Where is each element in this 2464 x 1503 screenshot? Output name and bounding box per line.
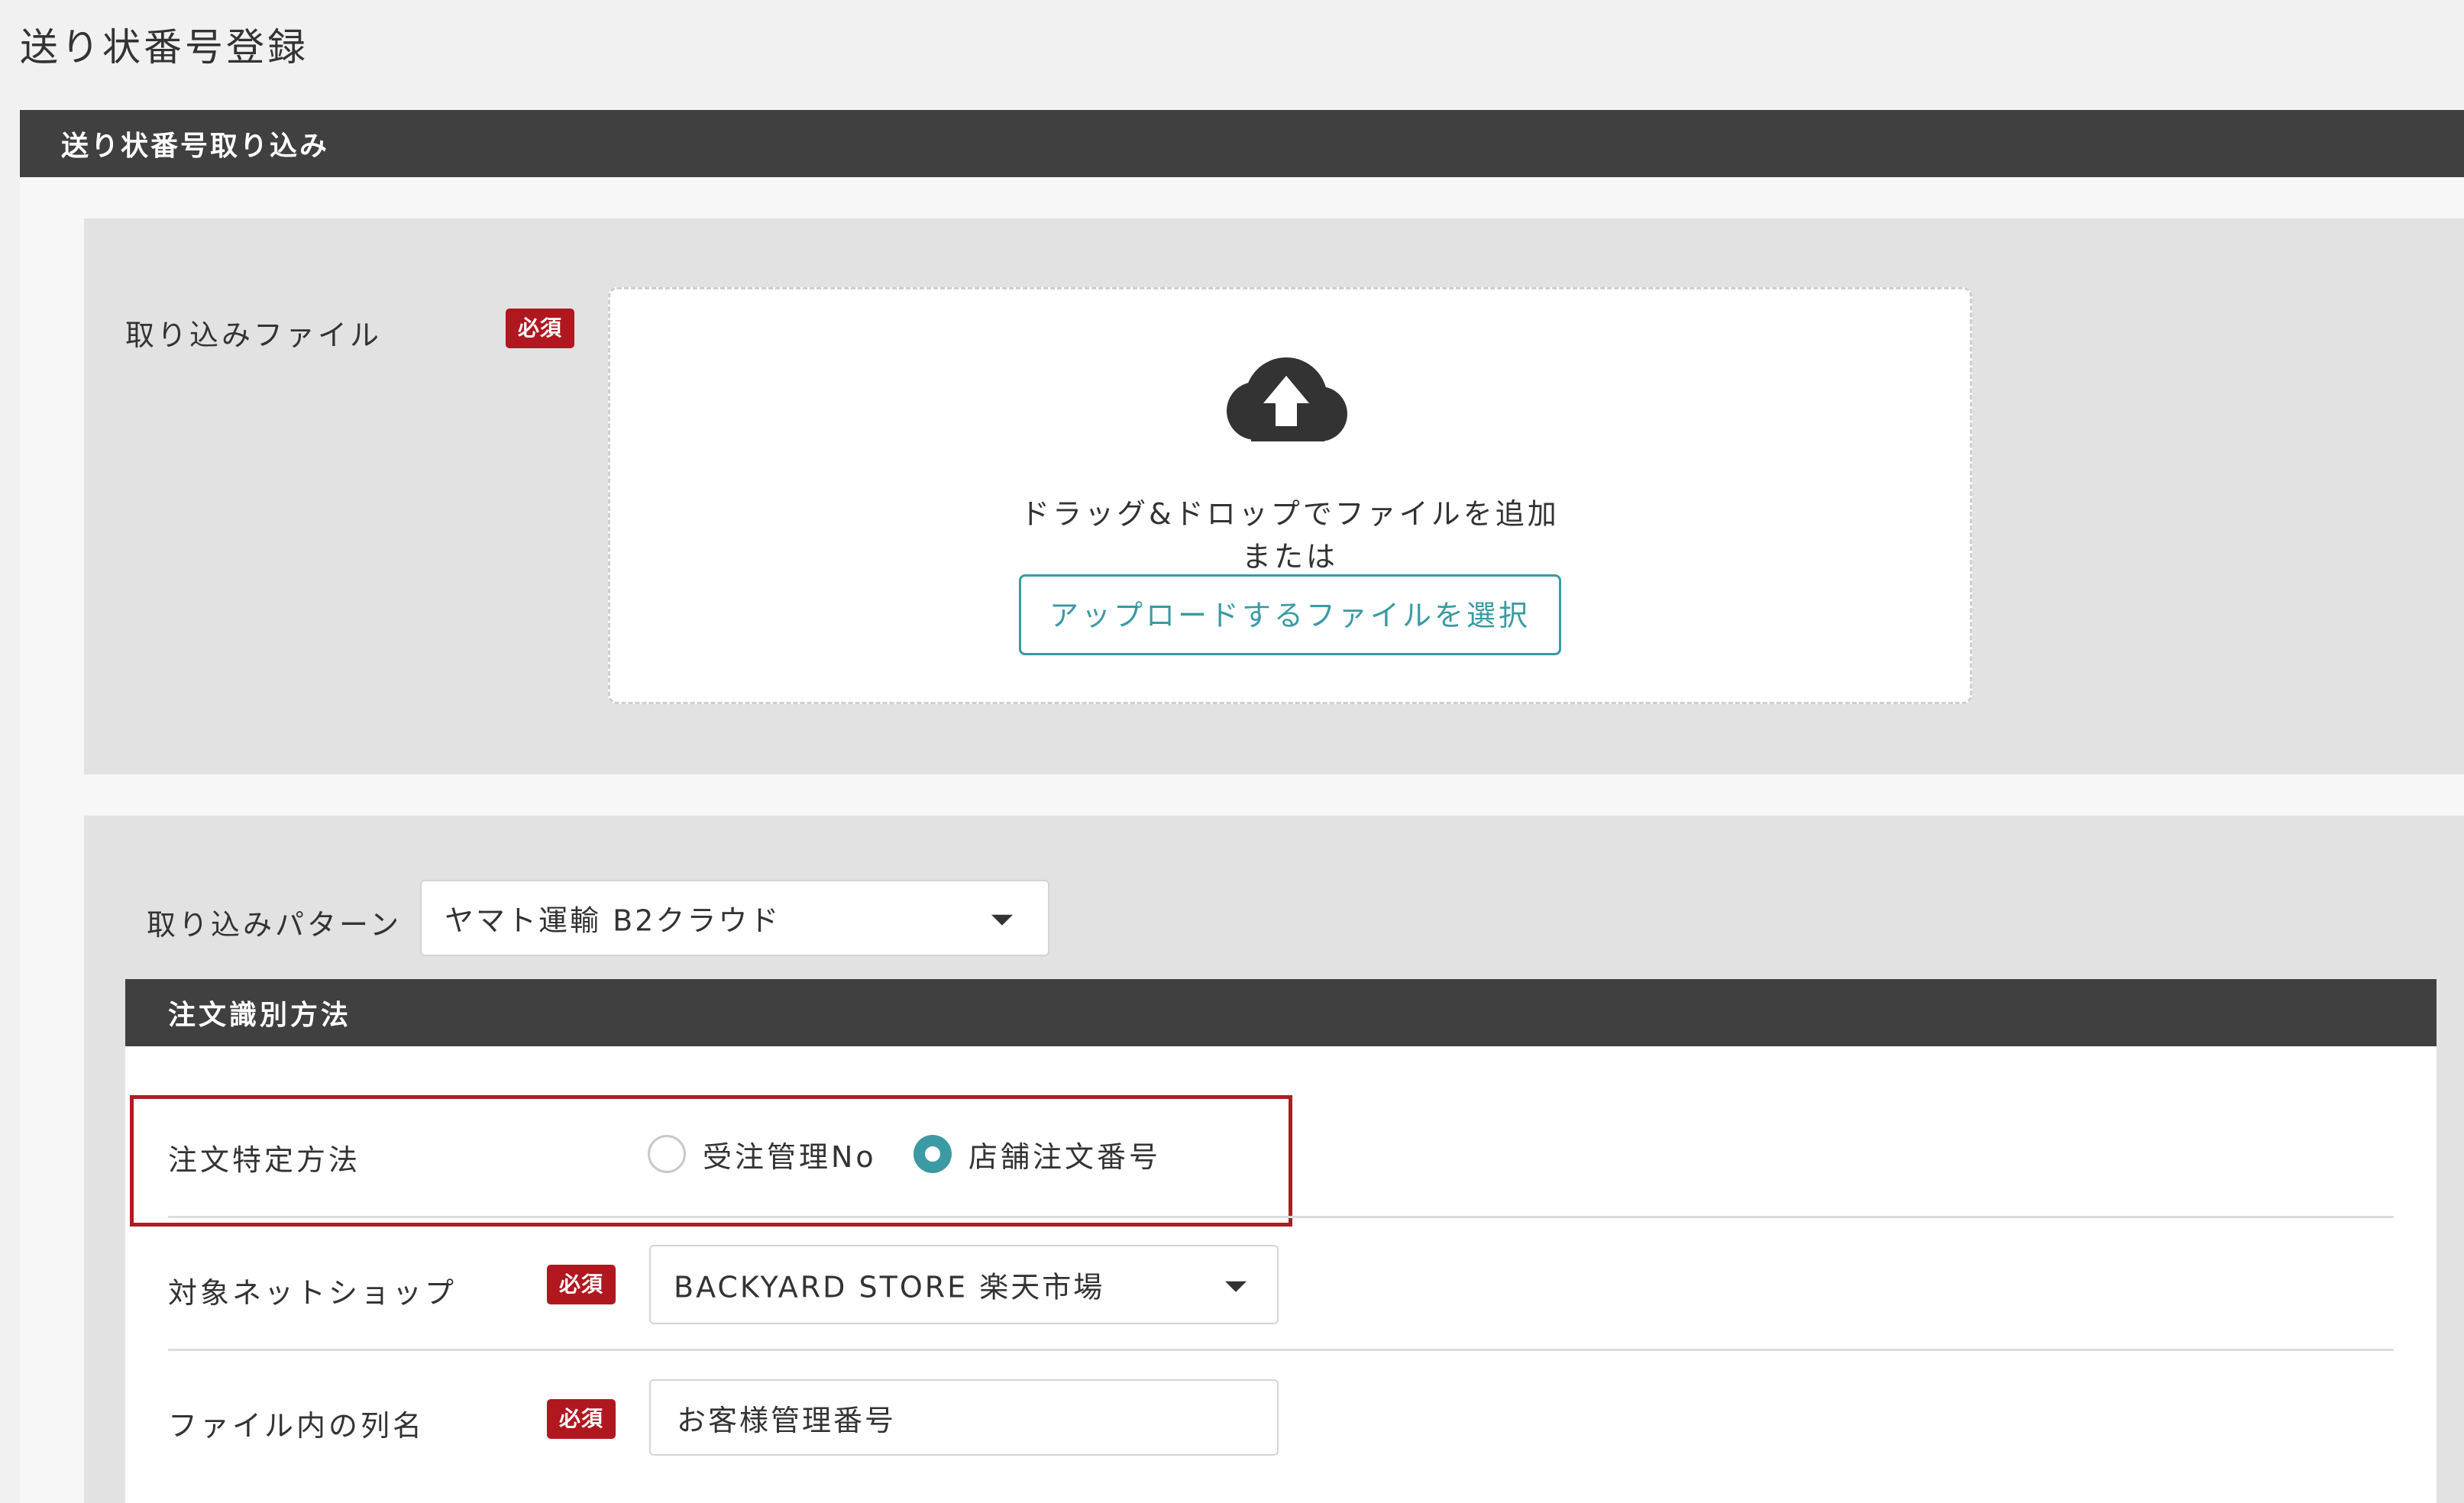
target-shop-required-badge: 必須 <box>547 1265 616 1304</box>
dropzone-or-text: または <box>1241 540 1338 574</box>
column-name-required-badge: 必須 <box>547 1399 616 1439</box>
radio-store-order-number[interactable] <box>913 1135 952 1173</box>
dropzone-drag-text: ドラッグ&ドロップでファイルを追加 <box>1020 497 1560 531</box>
radio-order-management-no[interactable] <box>648 1135 686 1173</box>
column-name-input[interactable] <box>649 1379 1279 1456</box>
target-shop-select-value: BACKYARD STORE 楽天市場 <box>674 1270 1105 1304</box>
row-divider <box>168 1349 2394 1351</box>
chevron-down-icon <box>991 914 1013 926</box>
row-divider <box>168 1216 2394 1218</box>
pattern-select[interactable]: ヤマト運輸 B2クラウド <box>420 880 1049 956</box>
chevron-down-icon <box>1225 1281 1247 1292</box>
target-shop-label: 対象ネットショップ <box>168 1276 458 1310</box>
order-identification-header: 注文識別方法 <box>125 979 2437 1046</box>
pattern-field-label: 取り込みパターン <box>147 908 403 942</box>
import-section-title: 送り状番号取り込み <box>61 131 330 162</box>
pattern-select-value: ヤマト運輸 B2クラウド <box>445 903 781 938</box>
radio-order-management-no-label[interactable]: 受注管理No <box>703 1133 877 1175</box>
order-identification-title: 注文識別方法 <box>168 1000 352 1031</box>
import-section-header: 送り状番号取り込み <box>20 110 2464 177</box>
page-title: 送り状番号登録 <box>20 25 309 69</box>
method-label: 注文特定方法 <box>168 1143 361 1177</box>
file-required-badge: 必須 <box>506 309 574 348</box>
select-file-button[interactable]: アップロードするファイルを選択 <box>1019 574 1561 655</box>
file-field-label: 取り込みファイル <box>125 318 383 352</box>
radio-store-order-number-label[interactable]: 店舗注文番号 <box>968 1133 1161 1175</box>
cloud-upload-icon <box>1221 356 1352 451</box>
column-name-label: ファイル内の列名 <box>168 1409 425 1443</box>
target-shop-select[interactable]: BACKYARD STORE 楽天市場 <box>649 1245 1279 1324</box>
